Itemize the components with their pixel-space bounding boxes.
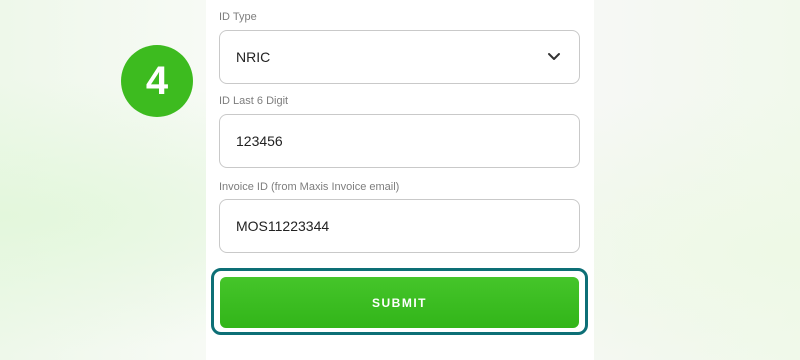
form-card: ID Type NRIC ID Last 6 Digit 123456 Invo…	[206, 0, 594, 360]
id-last6-input[interactable]: 123456	[219, 114, 580, 168]
submit-button[interactable]: SUBMIT	[220, 277, 579, 328]
step-number-badge: 4	[121, 45, 193, 117]
id-type-label: ID Type	[219, 11, 257, 23]
step-number: 4	[145, 58, 169, 103]
id-last6-value: 123456	[236, 133, 283, 149]
submit-label: SUBMIT	[372, 295, 427, 310]
invoice-id-value: MOS11223344	[236, 218, 330, 234]
id-last6-label: ID Last 6 Digit	[219, 95, 289, 107]
chevron-down-icon	[548, 53, 560, 60]
id-type-select[interactable]: NRIC	[219, 30, 580, 84]
invoice-id-input[interactable]: MOS11223344	[219, 199, 580, 253]
id-type-value: NRIC	[236, 49, 271, 65]
invoice-id-label: Invoice ID (from Maxis Invoice email)	[219, 181, 400, 193]
